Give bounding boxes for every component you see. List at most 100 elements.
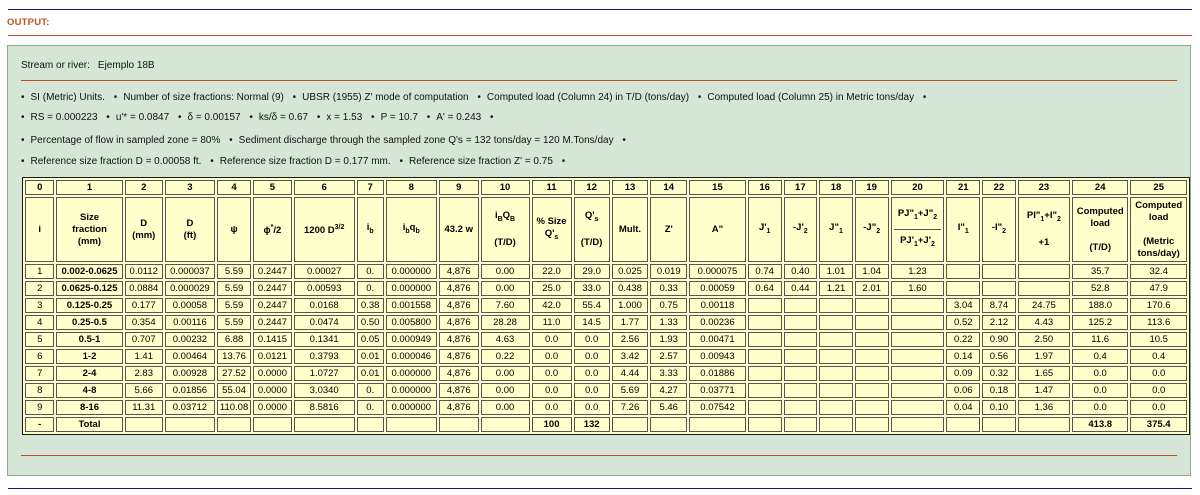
table-row-cell: 7.60 [480,298,530,313]
table-row-cell: 0.10 [982,400,1016,415]
table-row-cell: 0.000000 [385,264,437,279]
column-number-row-cell: 10 [480,180,530,195]
table-row-cell [854,400,889,415]
table-row-cell: 1.93 [650,332,688,347]
total-row-cell [650,417,688,432]
total-row-cell [356,417,384,432]
stream-value: Ejemplo 18B [97,60,155,71]
column-number-row-cell: 15 [689,180,746,195]
table-row-cell: 55.4 [573,298,610,313]
stream-line: Stream or river: Ejemplo 18B [21,60,155,71]
table-row-cell: 24.75 [1017,298,1071,313]
table-row-cell: 8-16 [56,400,123,415]
table-row-cell: 0.000029 [164,281,215,296]
column-number-row-cell: 3 [164,180,215,195]
table-row-cell: 0.000000 [385,366,437,381]
column-header-row-cell: I"1 [946,197,981,262]
table-row-cell: 0.50 [356,315,384,330]
column-header-row-cell: A" [689,197,746,262]
table-row-cell: 1.60 [890,281,945,296]
table-row: 5 0.5-1 0.707 0.00232 6.88 0.1415 0.1341 0.05 0.… [25,332,1187,347]
table-row-cell: 5.69 [611,383,649,398]
table-row-cell: 1.33 [650,315,688,330]
total-row-cell [1017,417,1071,432]
column-header-row-cell: ibqb [385,197,437,262]
table-row-cell [783,349,818,364]
column-number-row-cell: 19 [854,180,889,195]
table-row-cell [747,332,782,347]
table-row-cell: 0.000046 [385,349,437,364]
table-row-cell [854,315,889,330]
table-row-cell: 0.0 [573,400,610,415]
table-row-cell: 0.0 [531,349,572,364]
table-row-cell: 0. [356,400,384,415]
table-row-cell: 0.2447 [253,264,292,279]
table-row-cell [946,281,981,296]
table-row-cell [747,383,782,398]
table-row-cell: 2 [25,281,55,296]
total-row-cell [385,417,437,432]
table-row-cell: 4,876 [438,383,479,398]
table-row-cell: 2.50 [1017,332,1071,347]
table-row-cell: 0.00118 [689,298,746,313]
table-row-cell: 0.74 [747,264,782,279]
info-line-units: • SI (Metric) Units. • Number of size frac… [21,92,927,103]
table-row-cell: 11.6 [1072,332,1129,347]
table-row-cell: 0.0 [1072,366,1129,381]
total-row-cell: 100 [531,417,572,432]
table-row-cell: 113.6 [1130,315,1187,330]
column-header-row-cell: Q's (T/D) [573,197,610,262]
table-row-cell: 0.01 [356,349,384,364]
table-row-cell: 0.005800 [385,315,437,330]
column-number-row-cell: 20 [890,180,945,195]
table-row-cell: 5.59 [216,315,252,330]
table-row-cell: 1.23 [890,264,945,279]
stream-label: Stream or river: [21,60,90,71]
table-row-cell: 0.01 [356,366,384,381]
table-row-cell [890,332,945,347]
table-row-cell: 4,876 [438,332,479,347]
table-row-cell: 8.74 [982,298,1016,313]
table-row-cell: 4,876 [438,264,479,279]
table-row-cell: 5.59 [216,281,252,296]
table-row-cell: 0.0625-0.125 [56,281,123,296]
table-row-cell [783,332,818,347]
table-row-cell: 0.09 [946,366,981,381]
column-number-row-cell: 7 [356,180,384,195]
table-row-cell [747,298,782,313]
column-header-row-cell: PJ"1+J"2 PJ'1+J'2 [890,197,945,262]
table-row-cell: 0.00059 [689,281,746,296]
table-row-cell: 125.2 [1072,315,1129,330]
table-row-cell: 0.44 [783,281,818,296]
table-row-cell: 2.12 [982,315,1016,330]
table-row-cell: 55.04 [216,383,252,398]
column-header-row-cell: iBQB (T/D) [480,197,530,262]
total-row-cell [890,417,945,432]
table-row-cell: 4-8 [56,383,123,398]
column-number-row-cell: 9 [438,180,479,195]
table-row-cell: 0.125-0.25 [56,298,123,313]
table-row-cell [854,383,889,398]
total-row-cell [747,417,782,432]
table-row-cell [819,366,853,381]
table-row-cell: 2.83 [124,366,163,381]
table-row-cell: 0.18 [982,383,1016,398]
table-row-cell: 0.000075 [689,264,746,279]
table-row-cell: 0.38 [356,298,384,313]
table-row-cell [1017,281,1071,296]
table-row-cell: 4,876 [438,281,479,296]
table-row-cell: 4,876 [438,298,479,313]
table-row-cell [819,298,853,313]
column-number-row-cell: 17 [783,180,818,195]
table-row-cell [854,298,889,313]
column-header-row-cell: Mult. [611,197,649,262]
table-row-cell: 3.04 [946,298,981,313]
column-header-row-cell: D (mm) [124,197,163,262]
total-row-cell: - [25,417,55,432]
table-row-cell: 42.0 [531,298,572,313]
table-row-cell: 0.00232 [164,332,215,347]
table-row-cell: 8.5816 [293,400,355,415]
column-number-row-cell: 23 [1017,180,1071,195]
total-row-cell [253,417,292,432]
table-row-cell: 0.00593 [293,281,355,296]
